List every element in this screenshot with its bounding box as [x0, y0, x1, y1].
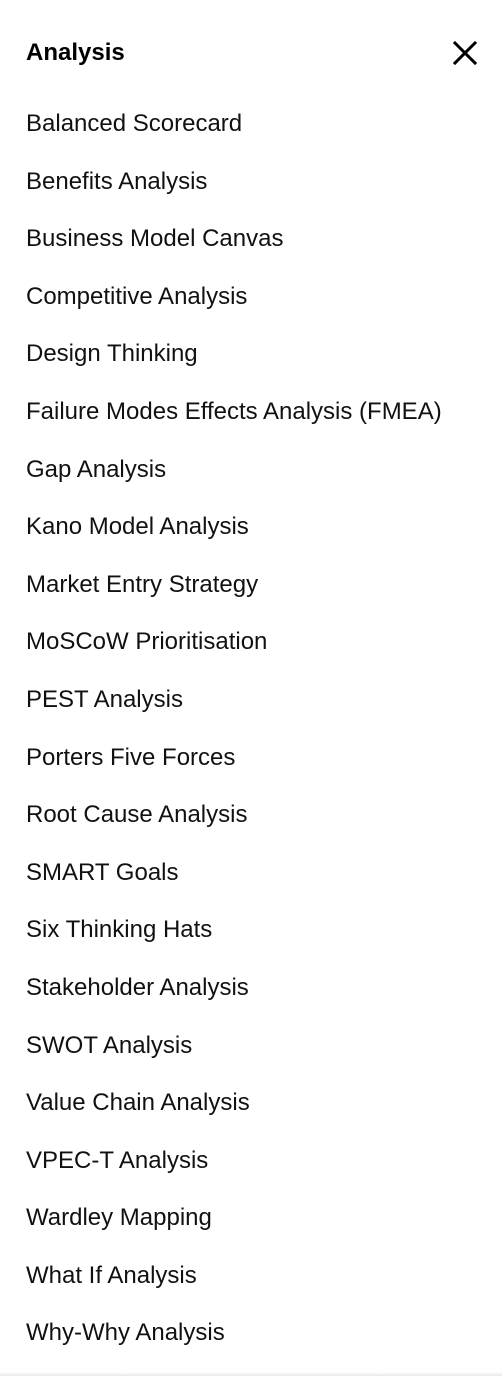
menu-item-root-cause-analysis[interactable]: Root Cause Analysis	[0, 786, 502, 844]
panel-header: Analysis	[0, 0, 502, 90]
menu-item-kano-model-analysis[interactable]: Kano Model Analysis	[0, 498, 502, 556]
menu-item-wardley-mapping[interactable]: Wardley Mapping	[0, 1189, 502, 1247]
menu-item-market-entry-strategy[interactable]: Market Entry Strategy	[0, 556, 502, 614]
menu-item-vpec-t-analysis[interactable]: VPEC-T Analysis	[0, 1132, 502, 1190]
menu-item-gap-analysis[interactable]: Gap Analysis	[0, 441, 502, 499]
menu-item-what-if-analysis[interactable]: What If Analysis	[0, 1247, 502, 1305]
menu-item-design-thinking[interactable]: Design Thinking	[0, 325, 502, 383]
menu-item-fmea[interactable]: Failure Modes Effects Analysis (FMEA)	[0, 383, 502, 441]
menu-item-why-why-analysis[interactable]: Why-Why Analysis	[0, 1304, 502, 1362]
menu-item-benefits-analysis[interactable]: Benefits Analysis	[0, 153, 502, 211]
menu-item-competitive-analysis[interactable]: Competitive Analysis	[0, 268, 502, 326]
panel-title: Analysis	[26, 39, 125, 66]
menu-item-business-model-canvas[interactable]: Business Model Canvas	[0, 210, 502, 268]
menu-item-pest-analysis[interactable]: PEST Analysis	[0, 671, 502, 729]
menu-item-value-chain-analysis[interactable]: Value Chain Analysis	[0, 1074, 502, 1132]
menu-item-balanced-scorecard[interactable]: Balanced Scorecard	[0, 95, 502, 153]
menu-item-moscow-prioritisation[interactable]: MoSCoW Prioritisation	[0, 613, 502, 671]
close-button[interactable]	[447, 35, 483, 71]
menu-item-swot-analysis[interactable]: SWOT Analysis	[0, 1017, 502, 1075]
analysis-menu-list: Balanced Scorecard Benefits Analysis Bus…	[0, 95, 502, 1362]
panel-bottom-edge	[0, 1372, 502, 1376]
menu-item-stakeholder-analysis[interactable]: Stakeholder Analysis	[0, 959, 502, 1017]
close-icon	[453, 41, 477, 65]
menu-item-porters-five-forces[interactable]: Porters Five Forces	[0, 729, 502, 787]
analysis-menu-panel: Analysis Balanced Scorecard Benefits Ana…	[0, 0, 502, 1376]
menu-item-six-thinking-hats[interactable]: Six Thinking Hats	[0, 901, 502, 959]
menu-item-smart-goals[interactable]: SMART Goals	[0, 844, 502, 902]
